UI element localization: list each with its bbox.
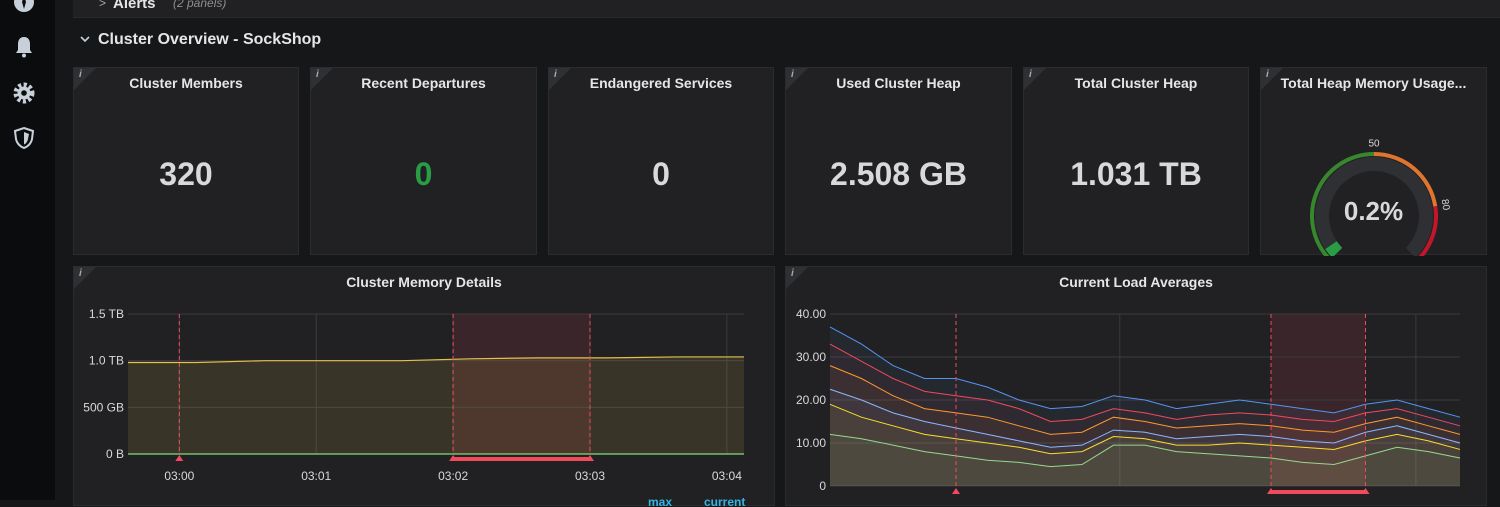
stat-value: 0 bbox=[652, 156, 670, 192]
annotation-region-bar bbox=[453, 457, 590, 461]
panel-title[interactable]: Used Cluster Heap bbox=[786, 75, 1011, 91]
alerts-row[interactable]: > Alerts (2 panels) ⠿ bbox=[73, 0, 1500, 18]
stat-value: 0 bbox=[414, 156, 433, 192]
x-tick-label: 03:02 bbox=[438, 469, 468, 483]
gauge-panel-heap-usage[interactable]: i Total Heap Memory Usage... 05080100 0.… bbox=[1260, 67, 1487, 256]
y-tick-label: 500 GB bbox=[83, 400, 124, 414]
section-title[interactable]: Cluster Overview - SockShop bbox=[98, 31, 321, 49]
alerts-row-subtitle: (2 panels) bbox=[173, 0, 227, 10]
stat-value: 2.508 GB bbox=[830, 156, 967, 192]
y-tick-label: 0 B bbox=[106, 447, 124, 461]
x-tick-label: 03:00 bbox=[164, 469, 194, 483]
stat-value: 320 bbox=[159, 156, 213, 192]
panel-title[interactable]: Endangered Services bbox=[549, 75, 773, 91]
bell-icon[interactable] bbox=[12, 35, 36, 59]
graph-panel-cluster-memory[interactable]: i Cluster Memory Details 0 B 500 GB 1.0 TB… bbox=[73, 266, 776, 507]
graph-panel-load-averages[interactable]: i Current Load Averages 0 10.00 20.00 30.00… bbox=[785, 266, 1487, 506]
gauge-value: 0.2% bbox=[1343, 196, 1404, 226]
load-graph[interactable]: 0 10.00 20.00 30.00 40.00 bbox=[786, 267, 1488, 507]
gauge-dial: 05080100 bbox=[1310, 139, 1451, 256]
explore-icon[interactable] bbox=[12, 0, 36, 14]
y-tick-label: 0 bbox=[819, 479, 826, 493]
shield-icon[interactable] bbox=[12, 126, 36, 150]
chevron-right-icon: > bbox=[99, 0, 107, 10]
gauge-fill bbox=[1325, 241, 1343, 256]
y-tick-label: 30.00 bbox=[796, 350, 826, 364]
stat-panel-total-cluster-heap[interactable]: i Total Cluster Heap 1.031 TB bbox=[1023, 67, 1249, 255]
annotation-triangle bbox=[952, 488, 960, 494]
dashboard-content: > Alerts (2 panels) ⠿ Cluster Overview -… bbox=[55, 0, 1500, 507]
stat-panel-cluster-members[interactable]: i Cluster Members 320 bbox=[73, 67, 299, 255]
alerts-row-title: Alerts bbox=[113, 0, 156, 12]
panel-title[interactable]: Total Cluster Heap bbox=[1024, 75, 1248, 91]
chevron-down-icon[interactable] bbox=[79, 33, 91, 45]
stat-value: 1.031 TB bbox=[1070, 156, 1202, 192]
y-tick-label: 10.00 bbox=[796, 436, 826, 450]
stat-panel-used-cluster-heap[interactable]: i Used Cluster Heap 2.508 GB bbox=[785, 67, 1012, 255]
series-area-used bbox=[128, 356, 744, 454]
stat-panel-recent-departures[interactable]: i Recent Departures 0 bbox=[310, 67, 537, 255]
x-tick-label: 03:03 bbox=[575, 469, 605, 483]
gauge-tick-label: 50 bbox=[1368, 139, 1380, 150]
y-tick-label: 1.5 TB bbox=[89, 307, 124, 321]
legend-header-max: max bbox=[648, 495, 672, 507]
y-tick-label: 20.00 bbox=[796, 393, 826, 407]
y-tick-label: 40.00 bbox=[796, 307, 826, 321]
y-tick-label: 1.0 TB bbox=[89, 354, 124, 368]
panel-title[interactable]: Recent Departures bbox=[311, 75, 536, 91]
sidebar bbox=[0, 0, 55, 500]
gear-icon[interactable] bbox=[12, 81, 36, 105]
legend-header-current: current bbox=[704, 495, 745, 507]
memory-graph[interactable]: 0 B 500 GB 1.0 TB 1.5 TB 03:00 03:01 03:02 03:0… bbox=[74, 267, 776, 507]
x-tick-label: 03:04 bbox=[712, 469, 742, 483]
panel-title[interactable]: Cluster Members bbox=[74, 75, 298, 91]
x-tick-label: 03:01 bbox=[301, 469, 331, 483]
annotation-region-bar bbox=[1271, 490, 1366, 494]
stat-panel-endangered-services[interactable]: i Endangered Services 0 bbox=[548, 67, 774, 255]
annotation-triangle bbox=[175, 455, 184, 461]
